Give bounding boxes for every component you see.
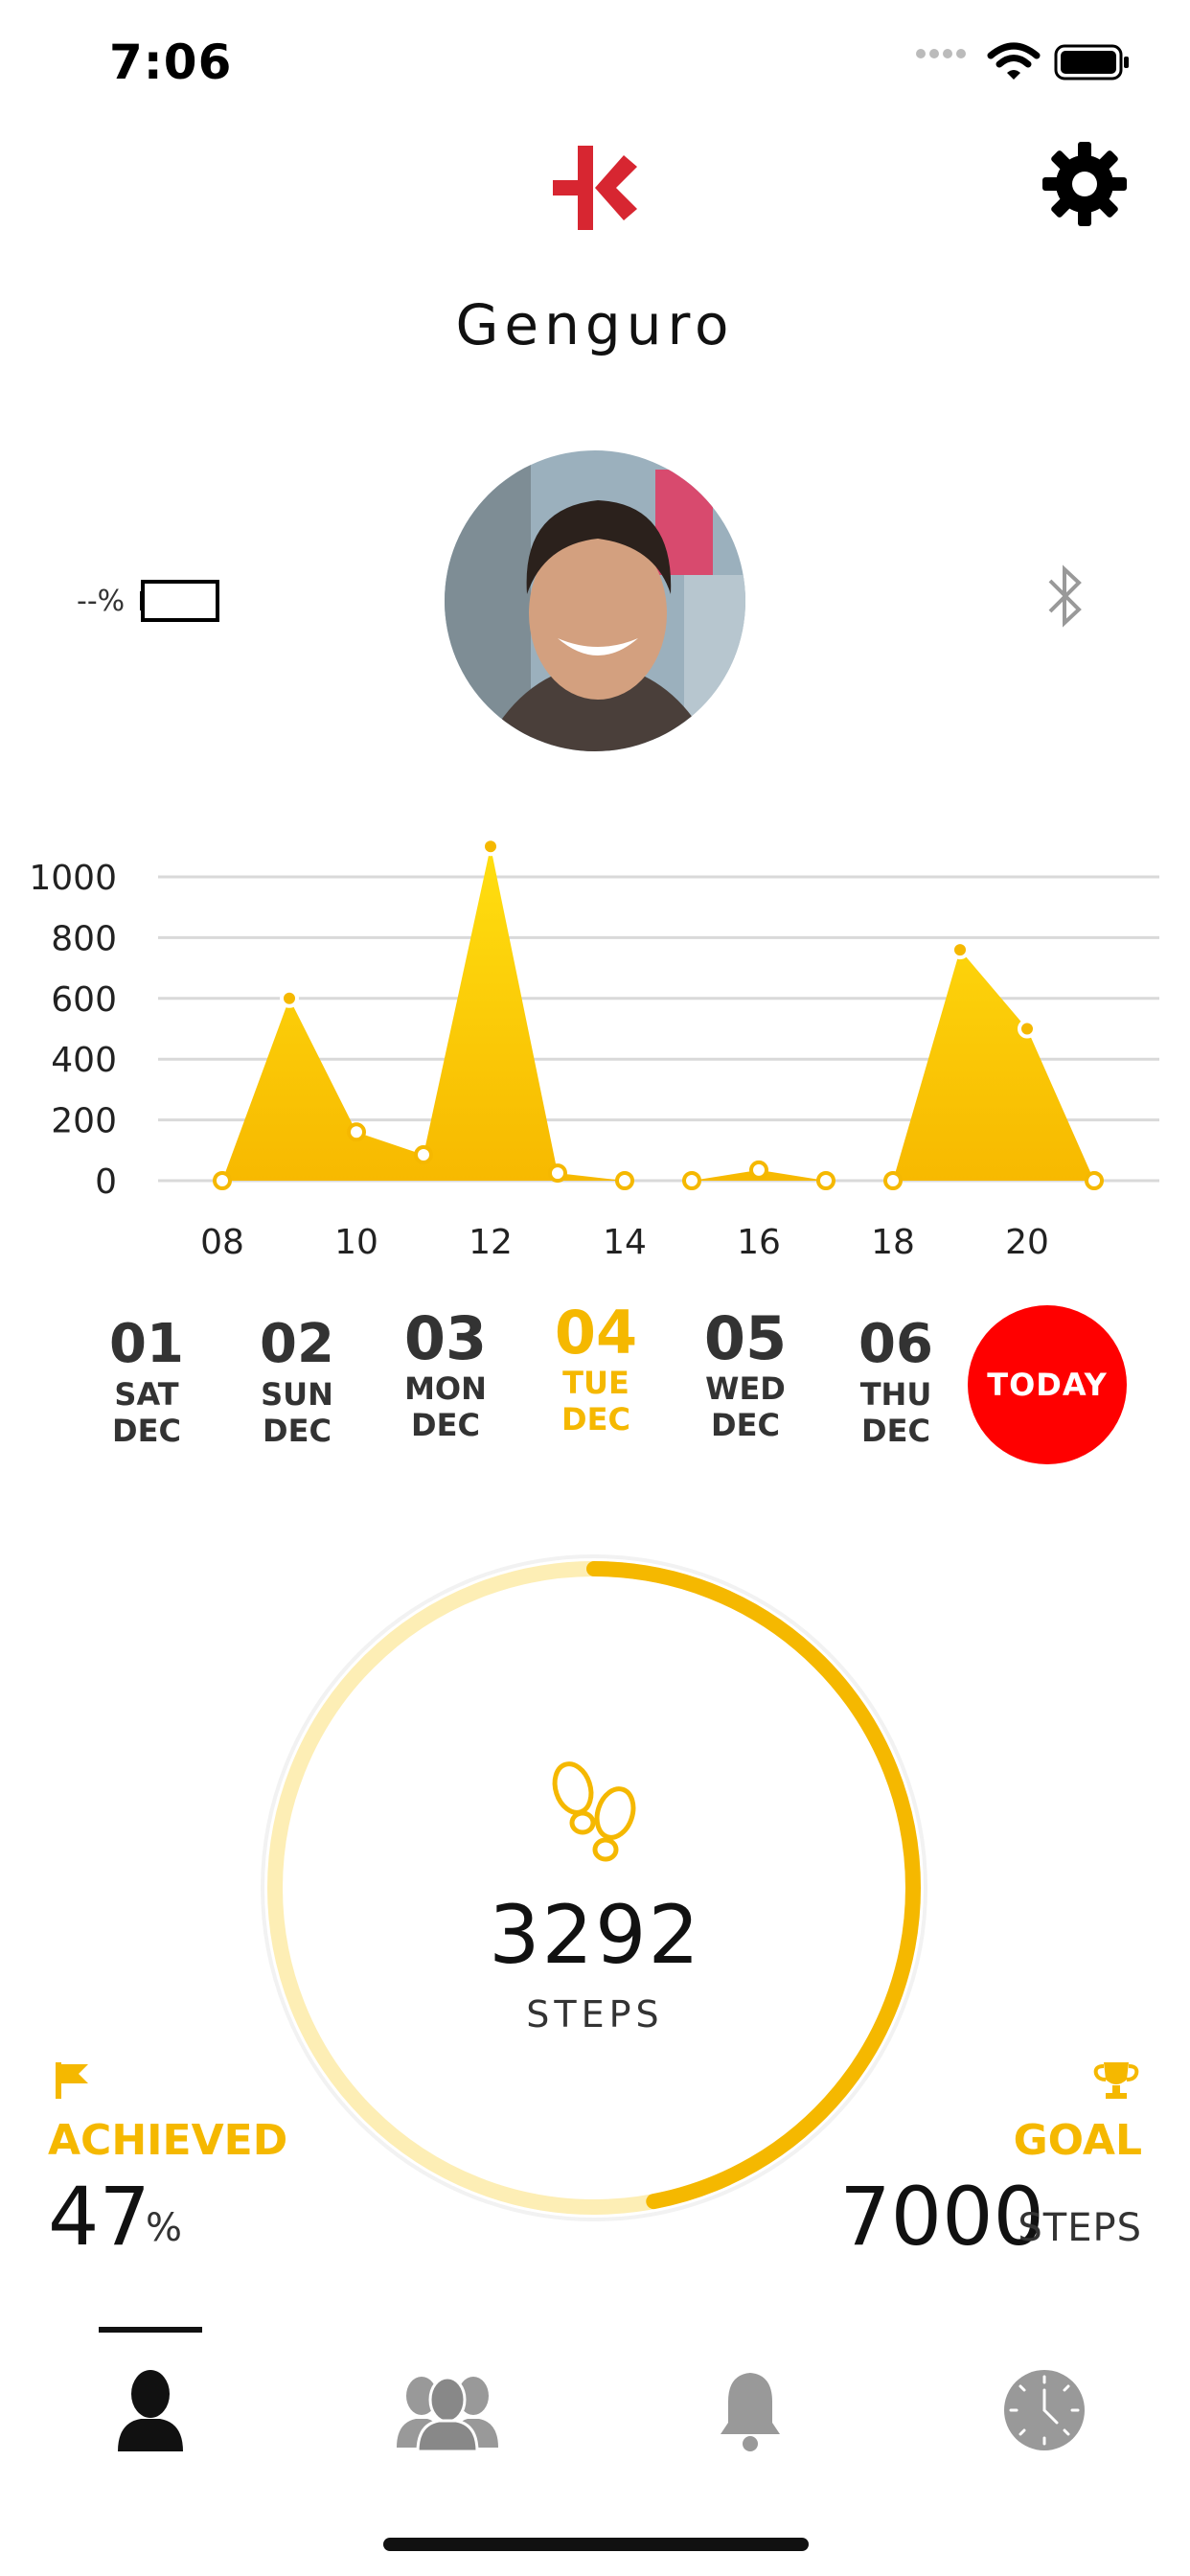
user-avatar[interactable] [445, 450, 745, 751]
data-point [548, 1163, 567, 1184]
steps-count: 3292 [489, 1888, 701, 1982]
date-dow: THU [859, 1376, 932, 1413]
status-time: 7:06 [109, 34, 233, 90]
y-tick-label: 200 [51, 1102, 117, 1141]
data-point [749, 1160, 768, 1180]
y-tick-label: 1000 [29, 859, 117, 898]
footprints-icon [544, 1760, 646, 1871]
data-point [1085, 1171, 1104, 1190]
date-mon: DEC [561, 1401, 630, 1438]
tab-community[interactable] [385, 2353, 510, 2468]
group-icon [397, 2376, 498, 2453]
bell-icon [721, 2373, 780, 2451]
achieved-value: 47 [48, 2170, 150, 2264]
steps-label: STEPS [526, 1993, 664, 2036]
goal-unit: STEPS [1018, 2206, 1142, 2250]
wifi-icon [987, 42, 1041, 86]
date-item-04[interactable]: 04 TUE DEC [529, 1301, 663, 1438]
data-point [213, 1171, 232, 1190]
date-num: 06 [858, 1313, 933, 1375]
achieved-label: ACHIEVED [48, 2116, 288, 2165]
x-tick-label: 12 [469, 1223, 513, 1262]
profile-icon [118, 2370, 183, 2451]
cellular-signal-icon [915, 46, 973, 65]
x-tick-label: 10 [334, 1223, 378, 1262]
x-tick-label: 20 [1005, 1223, 1049, 1262]
tab-notifications[interactable] [688, 2353, 812, 2468]
y-tick-label: 800 [51, 919, 117, 958]
tab-history[interactable] [982, 2353, 1107, 2468]
date-dow: TUE [562, 1365, 629, 1401]
goal-value: 7000 [839, 2170, 1044, 2264]
date-num: 04 [554, 1298, 638, 1368]
date-dow: SAT [114, 1376, 179, 1413]
date-num: 03 [403, 1303, 488, 1373]
date-dow: WED [705, 1370, 786, 1407]
data-point [816, 1171, 835, 1190]
date-mon: DEC [112, 1413, 181, 1449]
date-item-03[interactable]: 03 MON DEC [378, 1303, 513, 1444]
hourly-steps-chart: 0 200 400 600 800 1000 08 10 12 14 16 18 20 [29, 837, 1159, 1262]
date-mon: DEC [861, 1413, 930, 1449]
date-item-05[interactable]: 05 WED DEC [678, 1303, 812, 1444]
date-mon: DEC [711, 1407, 780, 1443]
data-point [481, 837, 500, 857]
date-num: 01 [109, 1313, 184, 1375]
device-battery-percent: --% [77, 585, 126, 618]
date-num: 02 [260, 1313, 334, 1375]
data-point [1018, 1019, 1037, 1039]
date-mon: DEC [411, 1407, 480, 1443]
data-point [280, 988, 299, 1008]
data-point [347, 1122, 366, 1142]
data-point [414, 1145, 433, 1165]
settings-gear-icon[interactable] [1042, 142, 1127, 230]
y-tick-label: 600 [51, 980, 117, 1020]
data-point [682, 1171, 701, 1190]
brand-logo [549, 142, 641, 238]
home-indicator [383, 2538, 809, 2551]
phone-battery-icon [1054, 44, 1131, 84]
date-item-01[interactable]: 01 SAT DEC [80, 1313, 214, 1449]
today-button[interactable]: TODAY [968, 1305, 1127, 1464]
goal-label: GOAL [1013, 2116, 1142, 2165]
date-dow: MON [404, 1370, 487, 1407]
date-dow: SUN [261, 1376, 333, 1413]
data-point [883, 1171, 903, 1190]
active-tab-indicator [99, 2327, 202, 2333]
bluetooth-icon[interactable] [1046, 564, 1085, 632]
date-item-06[interactable]: 06 THU DEC [829, 1313, 963, 1449]
date-item-02[interactable]: 02 SUN DEC [230, 1313, 364, 1449]
date-num: 05 [703, 1303, 788, 1373]
data-point [950, 940, 970, 960]
y-tick-label: 400 [51, 1041, 117, 1080]
x-tick-label: 14 [603, 1223, 647, 1262]
tab-profile[interactable] [88, 2353, 213, 2468]
user-name: Genguro [455, 292, 735, 357]
data-point [615, 1171, 634, 1190]
flag-icon [54, 2060, 92, 2104]
x-tick-label: 16 [737, 1223, 781, 1262]
x-tick-label: 18 [871, 1223, 915, 1262]
date-mon: DEC [263, 1413, 332, 1449]
trophy-icon [1092, 2060, 1140, 2104]
achieved-unit: % [146, 2206, 183, 2250]
clock-icon [1004, 2370, 1085, 2450]
y-tick-label: 0 [95, 1162, 117, 1202]
device-battery-icon [140, 579, 222, 627]
x-tick-label: 08 [200, 1223, 244, 1262]
